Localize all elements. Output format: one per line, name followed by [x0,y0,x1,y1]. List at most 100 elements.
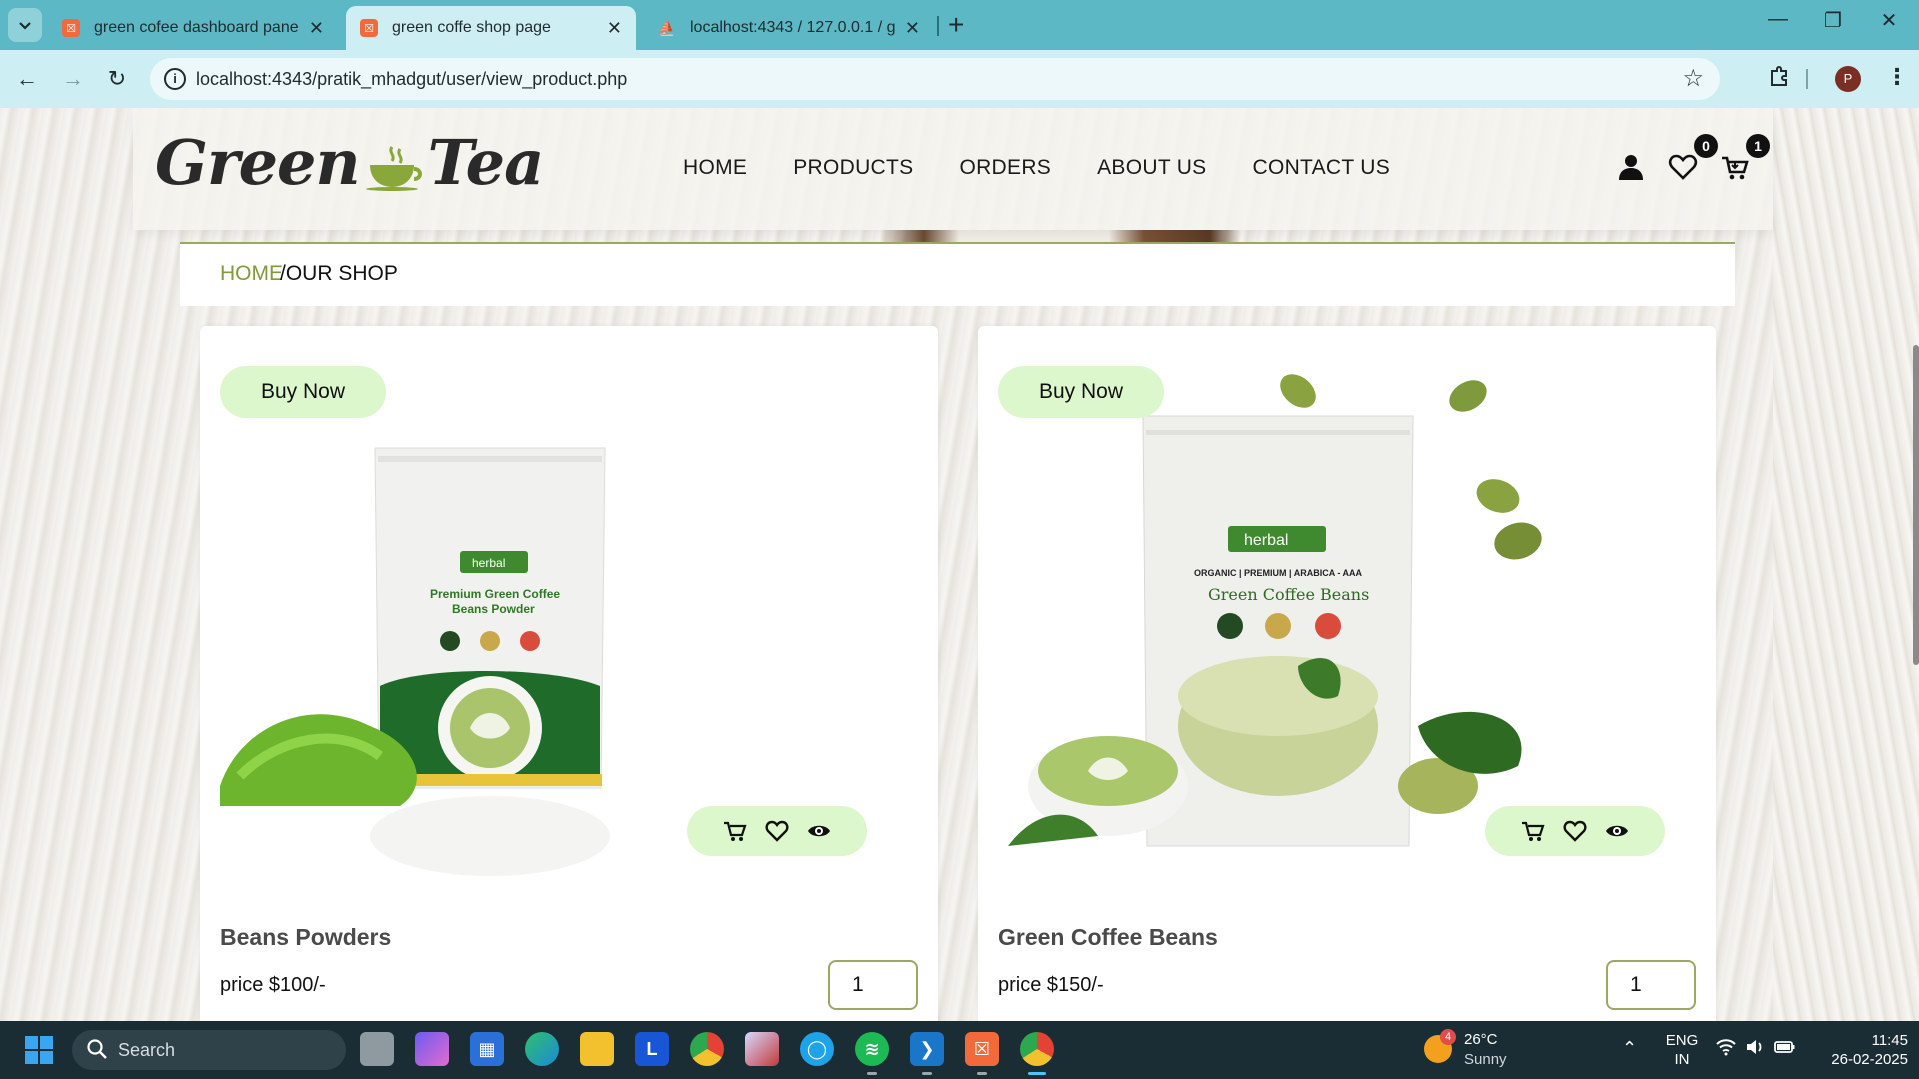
cart-count-badge: 1 [1746,134,1770,158]
language-code: ENG [1665,1032,1699,1049]
svg-text:Green Coffee Beans: Green Coffee Beans [1208,585,1369,604]
search-label: Search [118,1040,176,1060]
nav-orders[interactable]: ORDERS [959,156,1051,180]
chevron-up-icon[interactable]: ⌃ [1622,1038,1637,1059]
phpmyadmin-icon: ⛵ [658,19,676,36]
add-to-cart-icon[interactable] [723,819,747,843]
file-explorer-icon[interactable] [580,1032,614,1066]
product-image-beans-pouch[interactable]: herbal ORGANIC | PREMIUM | ARABICA - AAA… [998,366,1558,926]
tab-title: green coffe shop page [392,19,551,36]
weather-condition: Sunny [1464,1051,1507,1068]
site-logo[interactable]: Green Tea [155,126,545,199]
coffee-cup-icon [365,146,422,191]
task-view-icon[interactable] [360,1032,394,1066]
forward-button[interactable]: → [58,64,88,94]
logo-text-right: Tea [427,126,545,199]
header-icons: 0 1 [1616,134,1770,182]
toolbar-divider [1806,69,1808,89]
windows-start-icon[interactable] [24,1035,54,1065]
site-info-icon[interactable]: i [164,68,186,90]
tab-search-button[interactable] [8,8,42,42]
bookmark-star-icon[interactable]: ☆ [1682,64,1704,93]
active-indicator [1028,1072,1046,1075]
tab-dashboard[interactable]: ☒ green cofee dashboard panel ✕ [48,6,338,50]
product-actions [1485,806,1665,856]
xampp-icon: ☒ [360,19,378,37]
close-icon[interactable]: ✕ [309,18,324,39]
view-eye-icon[interactable] [1605,819,1629,843]
launcher-l-icon[interactable]: L [635,1032,669,1066]
svg-text:ORGANIC | PREMIUM | ARABICA -: ORGANIC | PREMIUM | ARABICA - AAA [1194,568,1363,578]
buy-now-button[interactable]: Buy Now [220,366,386,418]
nav-about-us[interactable]: ABOUT US [1097,156,1206,180]
product-name: Green Coffee Beans [998,924,1218,950]
nav-products[interactable]: PRODUCTS [793,156,913,180]
reload-button[interactable]: ↻ [102,64,132,94]
chrome-profile-icon[interactable] [1020,1032,1054,1075]
wishlist-count-badge: 0 [1694,134,1718,158]
buy-now-button[interactable]: Buy Now [998,366,1164,418]
view-eye-icon[interactable] [807,819,831,843]
volume-icon[interactable] [1745,1038,1765,1061]
cortana-icon[interactable]: ◯ [800,1032,834,1066]
running-indicator [922,1072,932,1075]
clock-time: 11:45 [1871,1032,1908,1049]
product-actions [687,806,867,856]
nav-contact-us[interactable]: CONTACT US [1252,156,1390,180]
temperature: 26°C [1464,1031,1498,1048]
wishlist-heart-icon[interactable] [765,819,789,843]
clock[interactable]: 11:45 26-02-2025 [1816,1031,1908,1069]
window-close-button[interactable]: ✕ [1874,8,1904,33]
region-code: IN [1674,1051,1690,1068]
vscode-icon[interactable]: ❯ [910,1032,944,1075]
xampp-icon[interactable]: ☒ [965,1032,999,1075]
quantity-input[interactable] [1606,960,1696,1010]
breadcrumb-current: /OUR SHOP [280,262,398,286]
close-icon[interactable]: ✕ [607,18,622,39]
search-icon [87,1039,107,1059]
cart-icon[interactable]: 1 [1720,134,1770,182]
tab-title: localhost:4343 / 127.0.0.1 / gre [690,19,895,36]
restore-button[interactable]: ❐ [1818,8,1848,33]
product-price: price $150/- [998,974,1104,996]
tab-phpmyadmin[interactable]: ⛵ localhost:4343 / 127.0.0.1 / gre ✕ [644,6,934,50]
page-scrollbar[interactable] [1913,345,1919,665]
product-card: herbal Premium Green Coffee Beans Powder… [200,326,938,1021]
breadcrumb-current-label: OUR SHOP [285,262,398,285]
browser-menu-icon[interactable]: ⋮ [1886,64,1908,90]
paint-icon[interactable] [745,1032,779,1066]
tab-title: green cofee dashboard panel [94,19,299,36]
copilot-icon[interactable] [415,1032,449,1066]
address-bar[interactable]: i localhost:4343/pratik_mhadgut/user/vie… [150,58,1720,100]
add-to-cart-icon[interactable] [1521,819,1545,843]
browser-tabstrip: ☒ green cofee dashboard panel ✕ ☒ green … [0,0,1919,50]
battery-icon[interactable] [1774,1038,1796,1061]
taskbar-search[interactable]: Search [72,1030,346,1070]
extensions-icon[interactable] [1768,63,1792,94]
spotify-icon[interactable]: ≋ [855,1032,889,1075]
edge-icon[interactable] [525,1032,559,1066]
profile-avatar[interactable]: P [1835,66,1861,92]
xampp-icon: ☒ [62,19,80,37]
minimize-button[interactable]: — [1763,8,1793,31]
browser-toolbar: ← → ↻ i localhost:4343/pratik_mhadgut/us… [0,50,1919,108]
wishlist-heart-icon[interactable]: 0 [1668,134,1718,182]
user-icon[interactable] [1616,152,1646,182]
page-viewport: Green Tea HOME PRODUCTS ORDERS ABOUT US … [0,108,1919,1021]
site-header: Green Tea HOME PRODUCTS ORDERS ABOUT US … [133,108,1773,230]
chrome-icon[interactable] [690,1032,724,1066]
close-icon[interactable]: ✕ [905,18,920,39]
url-text[interactable]: localhost:4343/pratik_mhadgut/user/view_… [196,69,627,90]
quantity-input[interactable] [828,960,918,1010]
breadcrumb-home-link[interactable]: HOME [220,262,283,286]
new-tab-button[interactable]: + [948,9,964,41]
wishlist-heart-icon[interactable] [1563,819,1587,843]
tab-shop-page[interactable]: ☒ green coffe shop page ✕ [346,6,636,50]
chevron-down-icon [19,22,31,30]
language-indicator[interactable]: ENG IN [1664,1031,1700,1069]
wifi-icon[interactable] [1716,1038,1736,1061]
store-icon[interactable]: ▦ [470,1032,504,1066]
back-button[interactable]: ← [12,64,42,94]
nav-home[interactable]: HOME [683,156,747,180]
running-indicator [977,1072,987,1075]
